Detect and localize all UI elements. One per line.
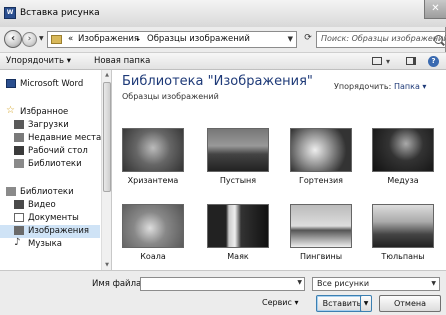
sidebar-item-label: Библиотеки bbox=[20, 187, 74, 197]
thumbnail-caption: Маяк bbox=[227, 252, 249, 261]
preview-pane-icon[interactable] bbox=[406, 57, 416, 65]
scroll-thumb[interactable] bbox=[103, 82, 111, 192]
breadcrumb-pictures[interactable]: Изображения bbox=[78, 34, 139, 44]
arrange-by-label: Упорядочить: bbox=[334, 82, 392, 91]
forward-button[interactable]: › bbox=[22, 32, 37, 47]
scroll-down-icon[interactable]: ▼ bbox=[103, 261, 111, 269]
title-bar: W Вставка рисунка ✕ bbox=[0, 0, 446, 27]
navigation-pane: Microsoft Word ☆ Избранное Загрузки Неда… bbox=[0, 70, 112, 270]
sidebar-item-label: Microsoft Word bbox=[20, 79, 84, 89]
refresh-icon[interactable]: ⟳ bbox=[301, 33, 315, 47]
thumbnail-caption: Медуза bbox=[387, 176, 419, 185]
breadcrumb-separator-icon[interactable]: ▸ bbox=[137, 36, 140, 43]
dialog-footer: Имя файла: ▼ Все рисунки ▼ Сервис ▾ Вста… bbox=[0, 270, 446, 315]
file-type-select[interactable]: Все рисунки ▼ bbox=[312, 277, 440, 291]
help-icon[interactable]: ? bbox=[428, 56, 439, 67]
thumbnail-caption: Коала bbox=[140, 252, 166, 261]
sidebar-item-documents[interactable]: Документы bbox=[0, 212, 100, 225]
back-button[interactable]: ‹ bbox=[4, 30, 22, 48]
address-row: ‹ › ▼ « Изображения ▸ Образцы изображени… bbox=[0, 27, 446, 52]
sidebar-item-favorites[interactable]: ☆ Избранное bbox=[0, 105, 100, 119]
insert-options-dropdown-icon[interactable]: ▼ bbox=[360, 295, 372, 312]
breadcrumb-sample-pictures[interactable]: Образцы изображений bbox=[147, 34, 250, 44]
address-dropdown-icon[interactable]: ▼ bbox=[288, 35, 293, 43]
tools-menu[interactable]: Сервис ▾ bbox=[262, 298, 298, 307]
filename-label: Имя файла: bbox=[92, 279, 145, 289]
close-button[interactable]: ✕ bbox=[424, 0, 446, 19]
thumbnail-caption: Гортензия bbox=[299, 176, 343, 185]
file-type-value: Все рисунки bbox=[317, 279, 370, 288]
library-icon bbox=[14, 159, 24, 168]
search-icon[interactable] bbox=[434, 35, 443, 44]
sidebar-item-microsoft-word[interactable]: Microsoft Word bbox=[0, 78, 100, 91]
sidebar-item-label: Музыка bbox=[28, 239, 62, 249]
breadcrumb-overflow[interactable]: « bbox=[68, 34, 73, 44]
library-title: Библиотека "Изображения" bbox=[122, 74, 313, 89]
thumbnail-caption: Пустыня bbox=[219, 176, 257, 185]
scroll-up-icon[interactable]: ▲ bbox=[103, 71, 111, 79]
thumbnail-image bbox=[122, 204, 184, 248]
sidebar-item-music[interactable]: ♪ Музыка bbox=[0, 237, 100, 251]
organize-menu[interactable]: Упорядочить ▾ bbox=[6, 56, 71, 66]
word-icon bbox=[6, 79, 16, 88]
sidebar-item-libraries[interactable]: Библиотеки bbox=[0, 186, 100, 199]
window-title: Вставка рисунка bbox=[20, 8, 100, 18]
insert-picture-dialog: W Вставка рисунка ✕ ‹ › ▼ « Изображения … bbox=[0, 0, 446, 315]
documents-icon bbox=[14, 213, 24, 222]
arrange-by-dropdown[interactable]: Папка ▾ bbox=[394, 82, 426, 91]
recent-places-icon bbox=[14, 133, 24, 142]
search-placeholder: Поиск: Образцы изображений bbox=[321, 34, 446, 43]
search-input[interactable]: Поиск: Образцы изображений bbox=[316, 31, 446, 48]
change-view-icon[interactable] bbox=[372, 57, 382, 65]
library-subtitle: Образцы изображений bbox=[122, 92, 219, 101]
sidebar-item-label: Недавние места bbox=[28, 133, 102, 143]
pictures-icon bbox=[14, 226, 24, 235]
desktop-icon bbox=[14, 146, 24, 155]
library-icon bbox=[6, 187, 16, 196]
view-options-dropdown-icon[interactable]: ▾ bbox=[386, 57, 390, 66]
thumbnail-caption: Хризантема bbox=[127, 176, 179, 185]
file-type-dropdown-icon[interactable]: ▼ bbox=[431, 280, 436, 287]
sidebar-scrollbar[interactable]: ▲ ▼ bbox=[101, 70, 111, 270]
sidebar-item-recent-places[interactable]: Недавние места bbox=[0, 132, 102, 145]
thumbnail-image bbox=[207, 128, 269, 172]
cancel-button[interactable]: Отмена bbox=[379, 295, 441, 312]
word-app-icon: W bbox=[4, 7, 16, 19]
folder-icon bbox=[51, 35, 62, 44]
thumbnail-image bbox=[372, 204, 434, 248]
downloads-icon bbox=[14, 120, 24, 129]
sidebar-item-desktop[interactable]: Рабочий стол bbox=[0, 145, 100, 158]
new-folder-button[interactable]: Новая папка bbox=[94, 56, 150, 66]
sidebar-item-label: Изображения bbox=[28, 226, 90, 236]
thumbnail-image bbox=[372, 128, 434, 172]
sidebar-item-label: Рабочий стол bbox=[28, 146, 88, 156]
sidebar-item-label: Библиотеки bbox=[28, 159, 82, 169]
sidebar-item-downloads[interactable]: Загрузки bbox=[0, 119, 100, 132]
address-bar[interactable]: « Изображения ▸ Образцы изображений ▼ bbox=[47, 31, 297, 48]
thumbnail-image bbox=[290, 204, 352, 248]
music-icon: ♪ bbox=[14, 237, 21, 248]
recent-pages-dropdown-icon[interactable]: ▼ bbox=[39, 35, 44, 42]
star-icon: ☆ bbox=[6, 105, 15, 116]
sidebar-item-video[interactable]: Видео bbox=[0, 199, 100, 212]
filename-input[interactable]: ▼ bbox=[140, 277, 305, 291]
thumbnail-caption: Пингвины bbox=[299, 252, 343, 261]
sidebar-item-label: Загрузки bbox=[28, 120, 69, 130]
sidebar-item-libraries-shortcut[interactable]: Библиотеки bbox=[0, 158, 100, 171]
file-list-pane: Библиотека "Изображения" Образцы изображ… bbox=[112, 70, 446, 270]
sidebar-item-label: Видео bbox=[28, 200, 56, 210]
video-icon bbox=[14, 200, 24, 209]
thumbnail-caption: Тюльпаны bbox=[381, 252, 425, 261]
sidebar-item-label: Избранное bbox=[20, 107, 69, 117]
filename-dropdown-icon[interactable]: ▼ bbox=[297, 279, 302, 286]
command-toolbar: Упорядочить ▾ Новая папка ▾ ? bbox=[0, 52, 446, 70]
thumbnail-image bbox=[207, 204, 269, 248]
thumbnail-image bbox=[290, 128, 352, 172]
thumbnail-image bbox=[122, 128, 184, 172]
sidebar-item-label: Документы bbox=[28, 213, 79, 223]
